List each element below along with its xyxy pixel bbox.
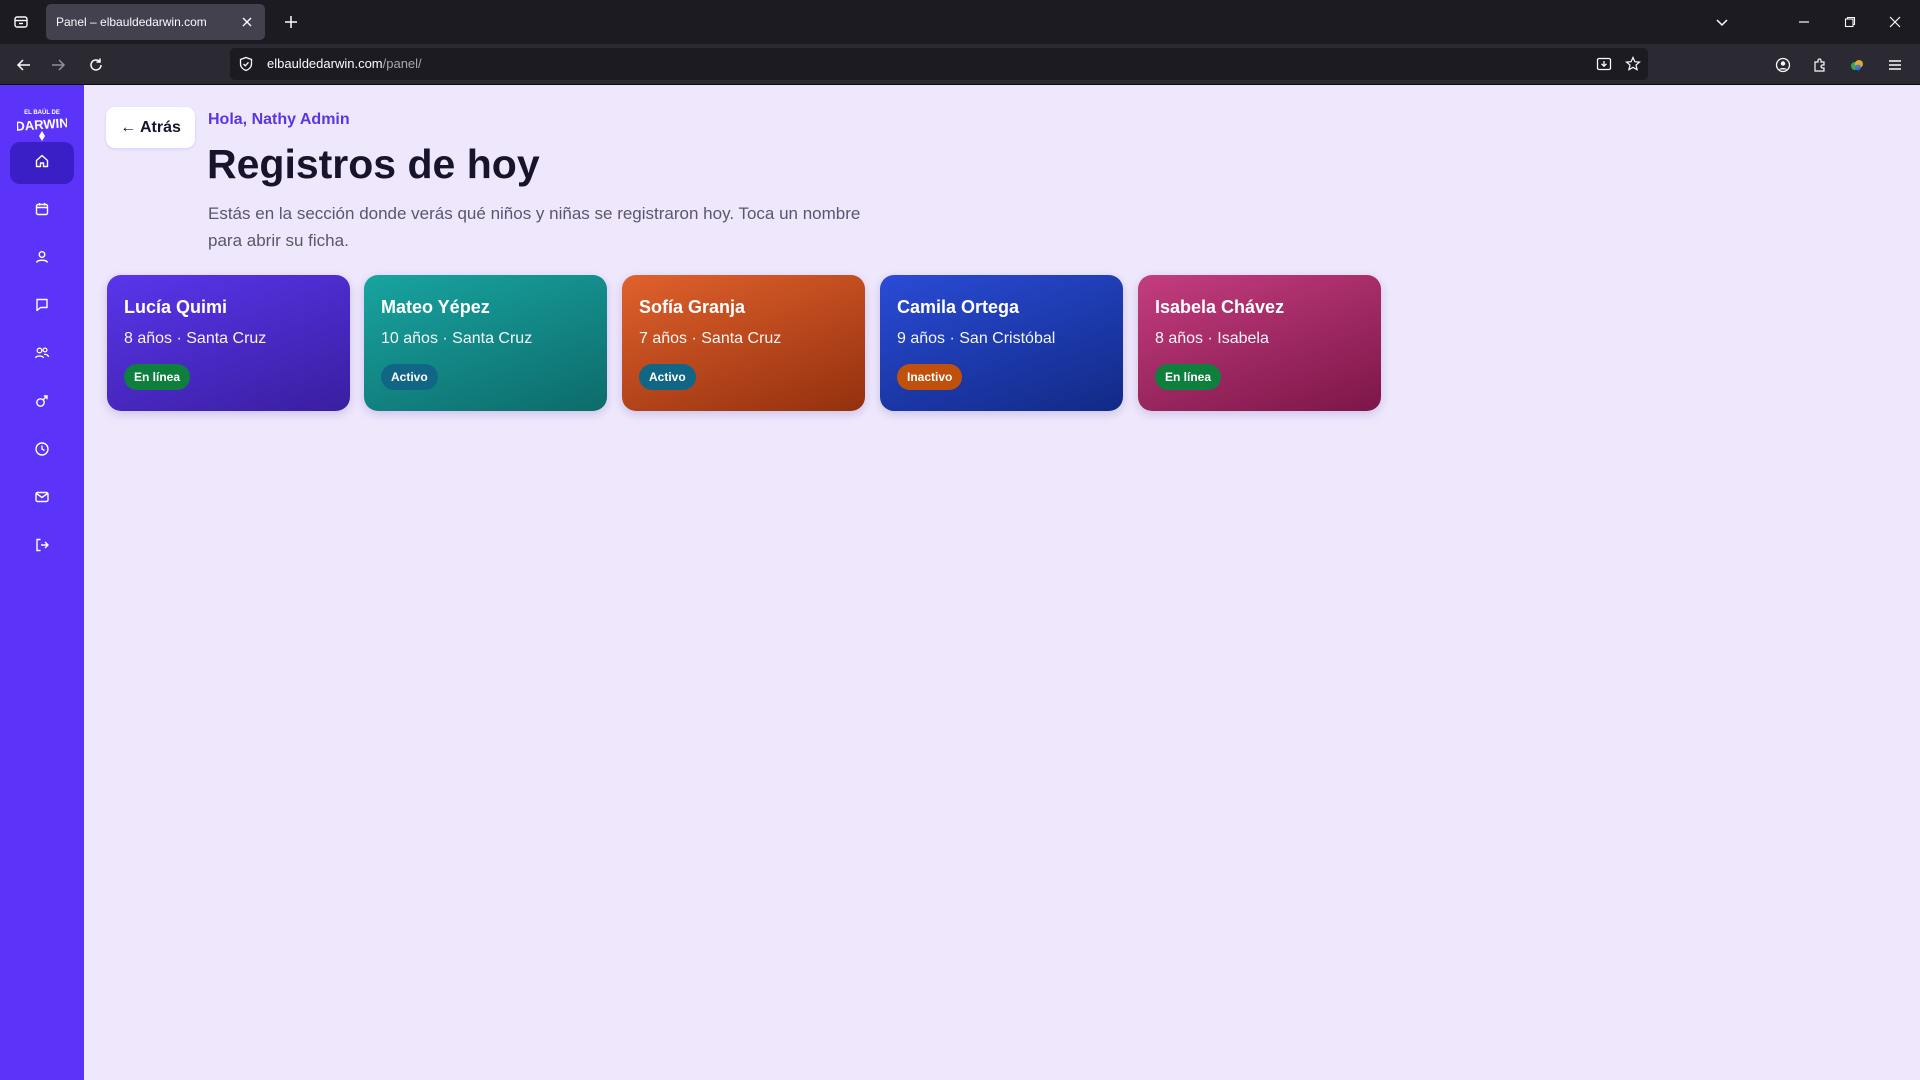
account-icon[interactable]	[1771, 53, 1795, 77]
sidebar-item-gender[interactable]	[10, 382, 74, 424]
back-button[interactable]: ← Atrás	[106, 107, 195, 148]
url-path: /panel/	[382, 56, 422, 71]
chat-icon	[34, 297, 50, 318]
sidebar-item-logout[interactable]	[10, 526, 74, 568]
mail-icon	[34, 489, 50, 510]
darwin-logo[interactable]: EL BAÚL DE DARWIN	[15, 103, 69, 143]
bookmark-star-icon[interactable]	[1624, 55, 1642, 73]
user-icon	[34, 249, 50, 270]
logout-icon	[34, 537, 50, 558]
calendar-icon	[34, 201, 50, 222]
close-window-icon[interactable]	[1884, 11, 1906, 33]
extensions-icon[interactable]	[1808, 53, 1832, 77]
child-name[interactable]: Mateo Yépez	[381, 297, 490, 318]
browser-nav-bar: elbauldedarwin.com/panel/	[0, 44, 1920, 85]
gender-icon	[34, 393, 50, 414]
child-name[interactable]: Lucía Quimi	[124, 297, 227, 318]
address-bar[interactable]: elbauldedarwin.com/panel/	[230, 48, 1648, 80]
child-meta: 7 años · Santa Cruz	[639, 330, 782, 347]
child-name[interactable]: Sofía Granja	[639, 297, 745, 318]
child-name[interactable]: Camila Ortega	[897, 297, 1019, 318]
status-badge: En línea	[1155, 364, 1222, 390]
sidebar-item-groups[interactable]	[10, 334, 74, 376]
child-meta: 10 años · Santa Cruz	[381, 330, 533, 347]
chevron-down-icon[interactable]	[1711, 11, 1733, 33]
group-icon	[34, 345, 50, 366]
child-name[interactable]: Isabela Chávez	[1155, 297, 1284, 318]
reload-icon[interactable]	[84, 53, 108, 77]
sidebar-item-history[interactable]	[10, 430, 74, 472]
page-title: Registros de hoy	[207, 141, 540, 187]
sidebar-item-calendar[interactable]	[10, 190, 74, 232]
status-badge: Inactivo	[897, 364, 963, 390]
url-text: elbauldedarwin.com/panel/	[267, 56, 422, 71]
restore-icon[interactable]	[1839, 11, 1861, 33]
status-badge: Activo	[639, 364, 696, 390]
child-card[interactable]: Lucía Quimi 8 años · Santa Cruz En línea	[107, 275, 350, 411]
child-meta: 8 años · Isabela	[1155, 330, 1269, 347]
back-arrow-icon[interactable]	[12, 53, 36, 77]
sidebar-item-home[interactable]	[10, 142, 74, 184]
url-domain: elbauldedarwin.com	[267, 56, 383, 71]
registrations-list: Lucía Quimi 8 años · Santa Cruz En línea…	[107, 275, 1392, 411]
clock-icon	[34, 441, 50, 462]
svg-text:EL BAÚL DE: EL BAÚL DE	[24, 109, 60, 116]
page-intro: Estás en la sección donde verás qué niño…	[208, 204, 861, 250]
child-card[interactable]: Camila Ortega 9 años · San Cristóbal Ina…	[880, 275, 1123, 411]
tab-list-icon[interactable]	[10, 11, 32, 33]
child-card[interactable]: Mateo Yépez 10 años · Santa Cruz Activo	[364, 275, 607, 411]
menu-icon[interactable]	[1883, 53, 1907, 77]
sidebar: EL BAÚL DE DARWIN	[0, 85, 84, 1080]
sidebar-item-messages[interactable]	[10, 286, 74, 328]
browser-tab[interactable]: Panel – elbauldedarwin.com	[46, 4, 265, 40]
status-badge: En línea	[124, 364, 191, 390]
sidebar-item-mail[interactable]	[10, 478, 74, 520]
sidebar-item-profile[interactable]	[10, 238, 74, 280]
child-card[interactable]: Isabela Chávez 8 años · Isabela En línea	[1138, 275, 1381, 411]
tab-title: Panel – elbauldedarwin.com	[56, 15, 207, 29]
extension-colorful-icon[interactable]	[1845, 53, 1869, 77]
home-icon	[34, 153, 50, 174]
forward-arrow-icon[interactable]	[46, 53, 70, 77]
close-tab-icon[interactable]	[239, 14, 255, 30]
status-badge: Activo	[381, 364, 438, 390]
greeting: Hola, Nathy Admin	[208, 111, 350, 128]
shield-icon[interactable]	[238, 56, 254, 72]
child-meta: 8 años · Santa Cruz	[124, 330, 267, 347]
child-card[interactable]: Sofía Granja 7 años · Santa Cruz Activo	[622, 275, 865, 411]
child-meta: 9 años · San Cristóbal	[897, 330, 1056, 347]
new-tab-icon[interactable]	[280, 11, 302, 33]
download-icon[interactable]	[1595, 55, 1613, 73]
browser-tab-bar: Panel – elbauldedarwin.com	[0, 0, 1920, 44]
minimize-icon[interactable]	[1793, 11, 1815, 33]
